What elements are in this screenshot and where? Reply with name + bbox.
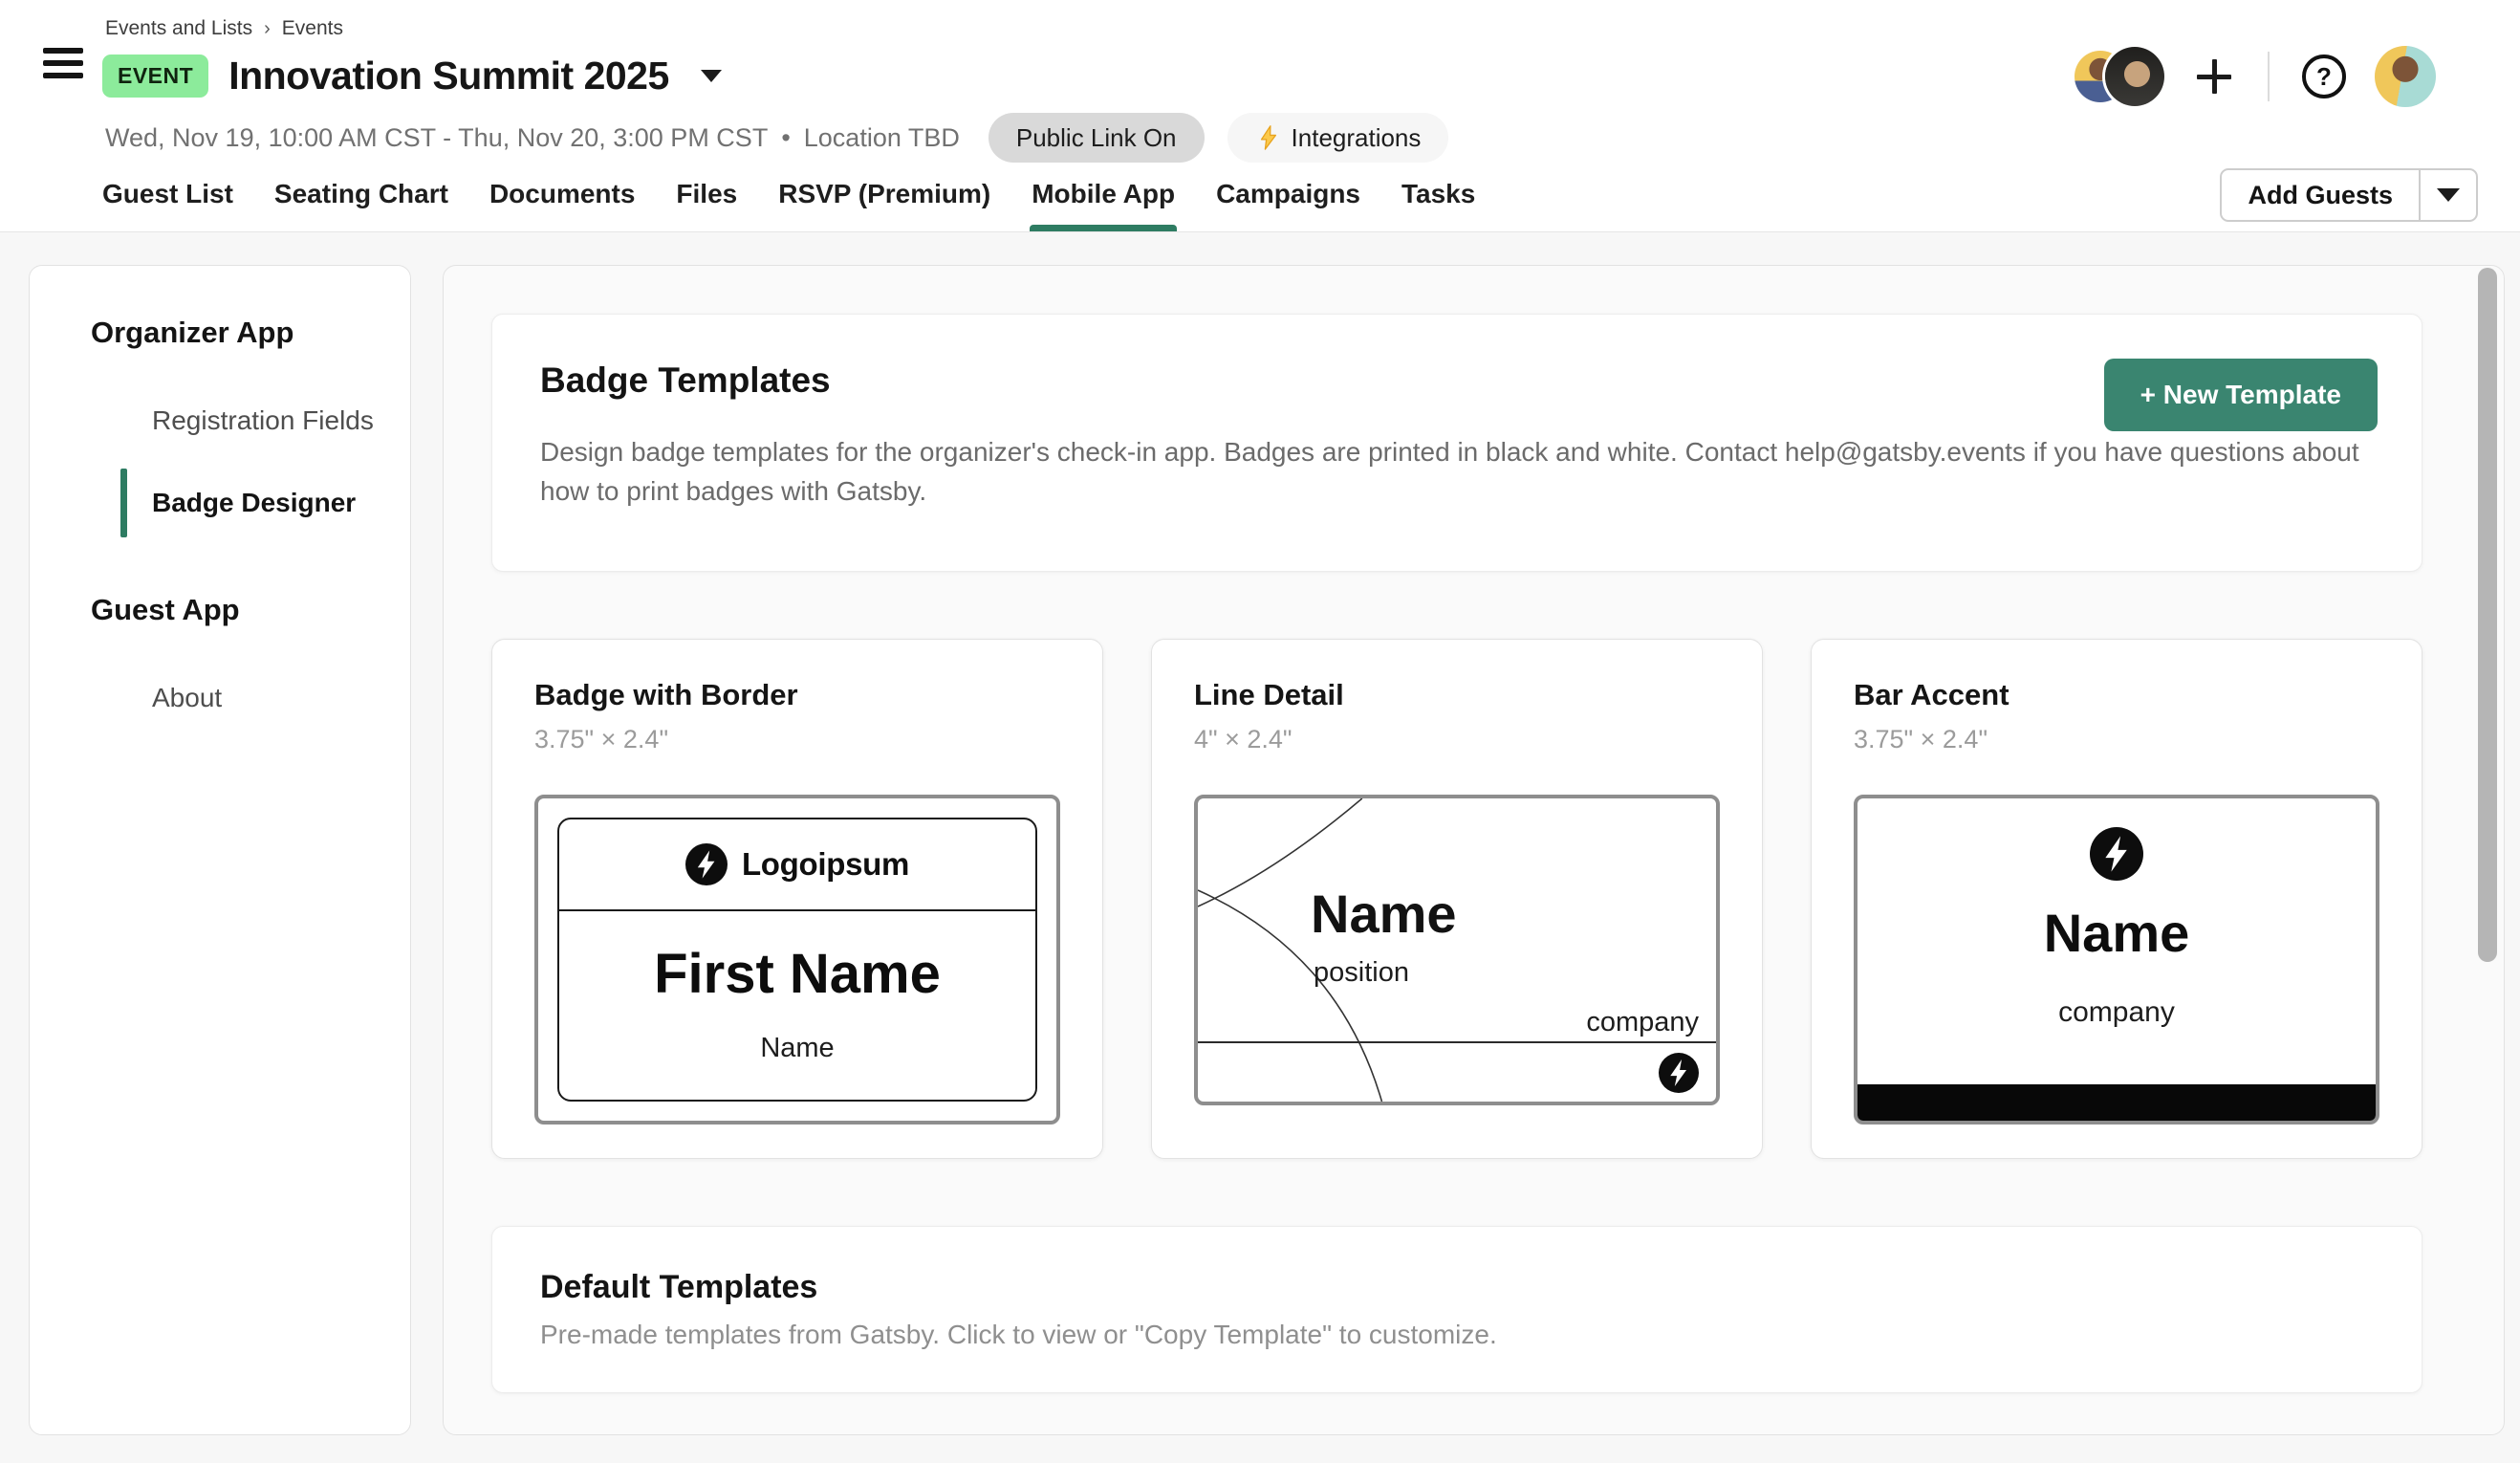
- badge-company-text: company: [1857, 996, 2376, 1029]
- sidebar-heading-organizer-app: Organizer App: [91, 316, 410, 350]
- sidebar-heading-guest-app: Guest App: [91, 593, 410, 627]
- header-icon-cluster: ?: [2075, 46, 2436, 107]
- default-templates-title: Default Templates: [540, 1269, 2374, 1306]
- badge-accent-bar: [1857, 1084, 2376, 1121]
- badge-preview-line-detail: Name position company: [1194, 795, 1720, 1105]
- menu-icon[interactable]: [43, 48, 83, 85]
- breadcrumb-separator: ›: [264, 18, 271, 40]
- template-card-line-detail[interactable]: Line Detail 4" × 2.4" Name position comp…: [1151, 639, 1763, 1159]
- event-datetime: Wed, Nov 19, 10:00 AM CST - Thu, Nov 20,…: [105, 123, 768, 153]
- default-templates-description: Pre-made templates from Gatsby. Click to…: [540, 1320, 2374, 1350]
- add-guests-caret-icon[interactable]: [2421, 170, 2476, 220]
- add-collaborator-icon[interactable]: [2193, 55, 2235, 98]
- tab-rsvp-premium[interactable]: RSVP (Premium): [778, 179, 990, 231]
- badge-name-text: Name: [1857, 902, 2376, 964]
- breadcrumb-events[interactable]: Events: [282, 17, 343, 40]
- badge-templates-title: Badge Templates: [540, 360, 2374, 401]
- template-name: Line Detail: [1194, 678, 1720, 712]
- tab-files[interactable]: Files: [676, 179, 737, 231]
- integrations-label: Integrations: [1292, 123, 1422, 153]
- logo-bolt-icon: [685, 843, 728, 885]
- add-guests-label: Add Guests: [2222, 170, 2419, 220]
- badge-preview-border: Logoipsum First Name Name: [534, 795, 1060, 1125]
- badge-designer-main: Badge Templates + New Template Design ba…: [443, 265, 2505, 1435]
- content-area: Organizer App Registration Fields Badge …: [29, 265, 2505, 1435]
- event-type-badge: EVENT: [102, 55, 208, 98]
- page-title: Innovation Summit 2025: [228, 54, 669, 98]
- chevron-down-icon[interactable]: [701, 70, 722, 82]
- badge-templates-panel: Badge Templates + New Template Design ba…: [491, 314, 2422, 572]
- template-card-badge-with-border[interactable]: Badge with Border 3.75" × 2.4" Logoipsum…: [491, 639, 1103, 1159]
- tab-documents[interactable]: Documents: [489, 179, 635, 231]
- badge-company-text: company: [1586, 1007, 1699, 1038]
- header-divider: [2268, 52, 2270, 101]
- badge-name-area: First Name Name: [559, 911, 1035, 1100]
- sidebar-item-badge-designer[interactable]: Badge Designer: [152, 482, 356, 524]
- event-location: Location TBD: [804, 123, 960, 153]
- badge-divider-line: [1198, 1041, 1716, 1043]
- tab-guest-list[interactable]: Guest List: [102, 179, 233, 231]
- help-icon[interactable]: ?: [2302, 55, 2346, 98]
- decorative-arc-lines: [1198, 798, 1716, 1102]
- sidebar-item-registration-fields[interactable]: Registration Fields: [152, 400, 374, 442]
- logo-text: Logoipsum: [742, 846, 909, 883]
- collaborator-avatar-2[interactable]: [2105, 47, 2164, 106]
- sidebar-item-about[interactable]: About: [152, 677, 222, 719]
- badge-name-text: Name: [1311, 883, 1457, 945]
- event-header: Events and Lists › Events EVENT Innovati…: [0, 0, 2520, 232]
- badge-position-text: position: [1314, 957, 1409, 989]
- badge-preview-bar-accent: Name company: [1854, 795, 2379, 1125]
- user-avatar[interactable]: [2375, 46, 2436, 107]
- badge-logo-row: Logoipsum: [559, 819, 1035, 911]
- badge-designer-page: Events and Lists › Events EVENT Innovati…: [0, 0, 2520, 1463]
- template-name: Badge with Border: [534, 678, 1060, 712]
- event-meta-row: Wed, Nov 19, 10:00 AM CST - Thu, Nov 20,…: [105, 113, 1448, 163]
- public-link-pill[interactable]: Public Link On: [988, 113, 1205, 163]
- help-glyph: ?: [2316, 62, 2332, 92]
- template-size: 3.75" × 2.4": [1854, 725, 2379, 754]
- new-template-button[interactable]: + New Template: [2104, 359, 2378, 431]
- template-card-bar-accent[interactable]: Bar Accent 3.75" × 2.4" Name company: [1811, 639, 2422, 1159]
- tab-campaigns[interactable]: Campaigns: [1216, 179, 1360, 231]
- mobile-app-sidebar: Organizer App Registration Fields Badge …: [29, 265, 411, 1435]
- badge-templates-description: Design badge templates for the organizer…: [540, 433, 2374, 512]
- badge-inner-frame: Logoipsum First Name Name: [557, 818, 1037, 1102]
- logo-bolt-icon: [2090, 827, 2143, 881]
- badge-first-name-text: First Name: [654, 942, 941, 1006]
- template-card-row: Badge with Border 3.75" × 2.4" Logoipsum…: [491, 639, 2422, 1159]
- logo-bolt-icon: [1659, 1053, 1699, 1093]
- scrollbar-thumb[interactable]: [2478, 268, 2497, 962]
- template-size: 3.75" × 2.4": [534, 725, 1060, 754]
- tab-seating-chart[interactable]: Seating Chart: [274, 179, 448, 231]
- template-size: 4" × 2.4": [1194, 725, 1720, 754]
- lightning-bolt-icon: [1255, 124, 1282, 151]
- dot-separator: •: [781, 123, 790, 153]
- badge-name-text: Name: [760, 1033, 834, 1064]
- tab-bar: Guest List Seating Chart Documents Files…: [102, 179, 1475, 231]
- default-templates-panel: Default Templates Pre-made templates fro…: [491, 1226, 2422, 1393]
- template-name: Bar Accent: [1854, 678, 2379, 712]
- integrations-pill[interactable]: Integrations: [1227, 113, 1449, 163]
- breadcrumb: Events and Lists › Events: [105, 17, 343, 40]
- tab-tasks[interactable]: Tasks: [1401, 179, 1475, 231]
- tab-mobile-app[interactable]: Mobile App: [1032, 179, 1175, 231]
- add-guests-button[interactable]: Add Guests: [2220, 168, 2478, 222]
- event-title-row: EVENT Innovation Summit 2025: [102, 54, 722, 98]
- breadcrumb-events-and-lists[interactable]: Events and Lists: [105, 17, 252, 40]
